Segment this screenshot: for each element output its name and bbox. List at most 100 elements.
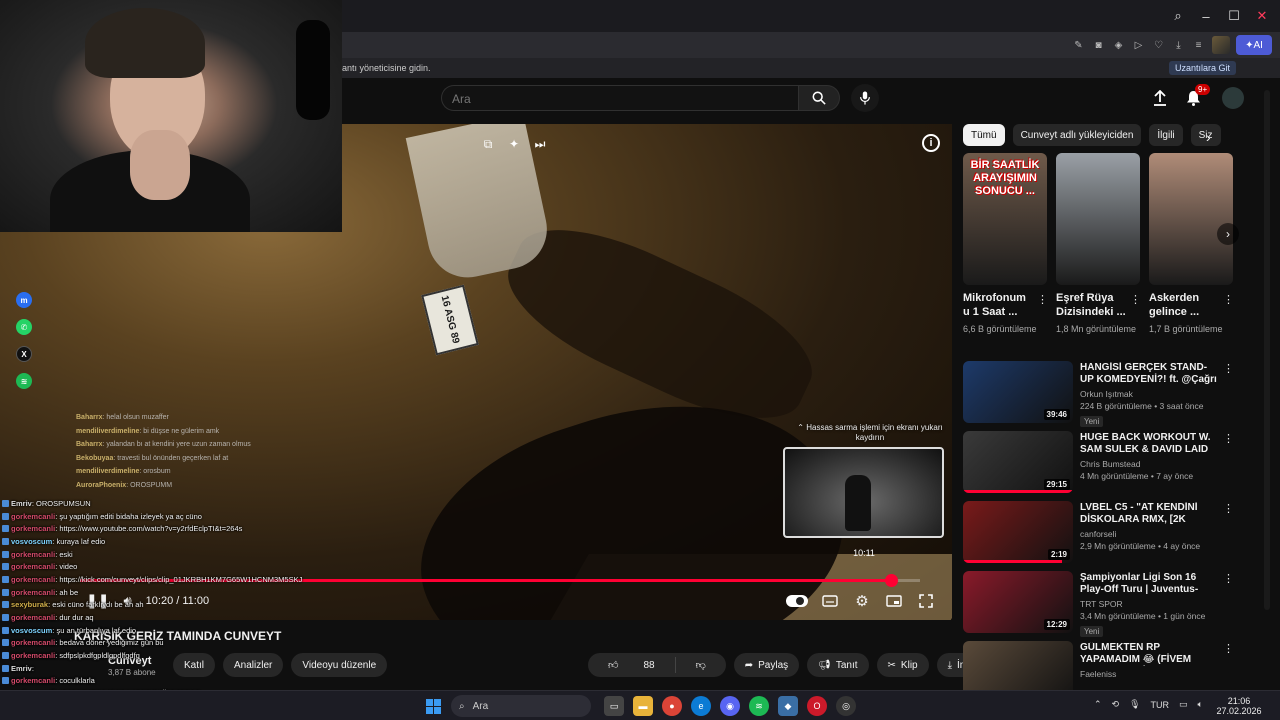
heart-icon[interactable]: ♡ (1152, 39, 1165, 52)
minimize-icon[interactable]: – (1194, 4, 1218, 28)
mic-icon[interactable]: 🎙︎ (1129, 699, 1140, 710)
account-avatar[interactable] (1222, 87, 1244, 109)
network-icon[interactable]: ⟲ (1112, 699, 1120, 710)
recommendation-title[interactable]: HANGİSİ GERÇEK STAND-UP KOMEDYENİ?! ft. … (1080, 362, 1220, 386)
info-icon[interactable]: i (922, 134, 940, 152)
recommendation-title[interactable]: HUGE BACK WORKOUT W. SAM SULEK & DAVID L… (1080, 432, 1220, 456)
edit-icon[interactable]: ✎ (1072, 39, 1085, 52)
more-vert-icon[interactable]: ⋮ (1037, 293, 1048, 306)
recommendation-item[interactable]: 29:15 HUGE BACK WORKOUT W. SAM SULEK & DA… (963, 430, 1243, 500)
chevron-right-icon[interactable]: › (1206, 129, 1211, 145)
chip[interactable]: İlgili (1149, 124, 1183, 146)
more-vert-icon[interactable]: ⋮ (1223, 362, 1234, 375)
messenger-icon[interactable]: m (16, 292, 32, 308)
recommendation-item[interactable]: 2:19 LVBEL C5 - "AT KENDİNİ DİSKOLARA RMX… (963, 500, 1243, 570)
menu-icon[interactable]: ≡ (1192, 39, 1205, 52)
recommendation-thumbnail[interactable]: 39:46 (963, 361, 1073, 423)
app-icon[interactable]: ◆ (778, 696, 798, 716)
recommendation-item[interactable]: 12:29 Şampiyonlar Ligi Son 16 Play-Off Tu… (963, 570, 1243, 640)
sidebar-scrollbar[interactable] (1264, 90, 1270, 610)
spotify-icon[interactable]: ≋ (749, 696, 769, 716)
taskbar-clock[interactable]: 21:06 27.02.2026 (1213, 696, 1265, 716)
chrome-icon[interactable]: ● (662, 696, 682, 716)
recommendation-channel[interactable]: canforseli (1080, 529, 1220, 539)
autoplay-toggle[interactable] (786, 595, 808, 607)
promote-button[interactable]: 📢︎ Tanıt (807, 653, 869, 677)
dislike-button[interactable]: 👎︎ (676, 653, 726, 677)
recommendation-channel[interactable]: Orkun Işıtmak (1080, 389, 1220, 399)
short-thumbnail[interactable] (1149, 153, 1233, 285)
more-vert-icon[interactable]: ⋮ (1223, 293, 1234, 306)
progress-scrubber[interactable] (884, 574, 898, 587)
close-icon[interactable]: ✕ (1250, 4, 1274, 28)
spotify-icon[interactable]: ≋ (16, 373, 32, 389)
download-icon[interactable]: ⤓ (1172, 39, 1185, 52)
taskview-icon[interactable]: ▭ (604, 696, 624, 716)
fullscreen-icon[interactable] (916, 592, 936, 610)
short-item[interactable]: BİR SAATLİK ARAYIŞIMIN SONUCU ... Mikrofo… (963, 153, 1048, 335)
short-thumbnail[interactable]: BİR SAATLİK ARAYIŞIMIN SONUCU ... (963, 153, 1047, 285)
shorts-next-button[interactable]: › (1217, 223, 1239, 245)
recommendation-channel[interactable]: TRT SPOR (1080, 599, 1220, 609)
recommendation-channel[interactable]: Faeleniss (1080, 669, 1220, 679)
go-to-extensions-button[interactable]: Uzantılara Git (1168, 61, 1236, 75)
miniplayer-icon[interactable] (884, 592, 904, 610)
language-indicator[interactable]: TUR (1151, 700, 1170, 710)
taskbar: ⌕ Ara ▭ ▬ ● e ◉ ≋ ◆ O ◎ ⌃ ⟲ 🎙︎ TUR ▭ 🔈︎ 2… (0, 690, 1280, 720)
short-item[interactable]: Askerden gelince ... 1,7 B görüntüleme ⋮ (1149, 153, 1234, 335)
recommendation-channel[interactable]: Chris Bumstead (1080, 459, 1220, 469)
chip[interactable]: Cunveyt adlı yükleyiciden (1012, 124, 1142, 146)
share-button[interactable]: ➦ Paylaş (733, 653, 800, 677)
recommendation-thumbnail[interactable]: 2:19 (963, 501, 1073, 563)
clip-button[interactable]: ✂ Klip (876, 653, 929, 677)
recommendation-item[interactable]: 39:46 HANGİSİ GERÇEK STAND-UP KOMEDYENİ?!… (963, 360, 1243, 430)
shield-icon[interactable]: ◈ (1112, 39, 1125, 52)
more-vert-icon[interactable]: ⋮ (1223, 432, 1234, 445)
obs-icon[interactable]: ◎ (836, 696, 856, 716)
edge-icon[interactable]: e (691, 696, 711, 716)
windows-start-icon[interactable] (426, 699, 441, 714)
recommendation-title[interactable]: LVBEL C5 - "AT KENDİNİ DİSKOLARA RMX, [2… (1080, 502, 1220, 526)
playlist-icon[interactable]: ⧉ (480, 136, 496, 152)
whatsapp-icon[interactable]: ✆ (16, 319, 32, 335)
discord-icon[interactable]: ◉ (720, 696, 740, 716)
short-thumbnail[interactable] (1056, 153, 1140, 285)
recommendation-title[interactable]: GÜLMEKTEN RP YAPAMADIM 😂 (FİVEM TROLL) K… (1080, 642, 1220, 666)
search-button[interactable] (798, 85, 840, 111)
voice-search-button[interactable] (851, 84, 879, 112)
play-icon[interactable]: ▷ (1132, 39, 1145, 52)
camera-icon[interactable]: ◙ (1092, 39, 1105, 52)
recommendation-thumbnail[interactable]: 12:29 (963, 571, 1073, 633)
monitor-icon[interactable]: ▭ (1179, 699, 1188, 710)
chip[interactable]: Tümü (963, 124, 1005, 146)
chevron-up-icon[interactable]: ⌃ (1094, 699, 1102, 710)
recommendation-title[interactable]: Şampiyonlar Ligi Son 16 Play-Off Turu | … (1080, 572, 1220, 596)
subtitles-icon[interactable] (820, 592, 840, 610)
more-vert-icon[interactable]: ⋮ (1223, 642, 1234, 655)
search-input[interactable] (442, 86, 798, 112)
short-title[interactable]: Mikrofonum u 1 Saat ... (963, 291, 1033, 319)
recommendation-thumbnail[interactable]: 29:15 (963, 431, 1073, 493)
maximize-icon[interactable]: ☐ (1222, 4, 1246, 28)
short-title[interactable]: Eşref Rüya Dizisindeki ... (1056, 291, 1126, 319)
notifications-button[interactable]: 9+ (1183, 84, 1211, 108)
taskbar-search[interactable]: ⌕ Ara (451, 695, 591, 717)
short-item[interactable]: Eşref Rüya Dizisindeki ... 1,8 Mn görüntü… (1056, 153, 1141, 335)
skip-icon[interactable]: ⏭ (532, 136, 548, 152)
search-icon[interactable]: ⌕ (1166, 4, 1190, 28)
sparkle-icon[interactable]: ✦ (506, 136, 522, 152)
settings-gear-icon[interactable]: ⚙ (852, 592, 872, 610)
chat-overlay: Emriv: OROSPUMSUN gorkemcanli: şu yaptığı… (2, 498, 342, 701)
folder-icon[interactable]: ▬ (633, 696, 653, 716)
more-vert-icon[interactable]: ⋮ (1130, 293, 1141, 306)
volume-icon[interactable]: 🔈︎ (1198, 699, 1203, 710)
more-vert-icon[interactable]: ⋮ (1223, 572, 1234, 585)
upload-button[interactable] (1150, 88, 1170, 108)
opera-icon[interactable]: O (807, 696, 827, 716)
like-button[interactable]: 👍︎ 88 (588, 653, 675, 677)
x-icon[interactable]: X (16, 346, 32, 362)
short-title[interactable]: Askerden gelince ... (1149, 291, 1219, 319)
more-vert-icon[interactable]: ⋮ (1223, 502, 1234, 515)
profile-avatar[interactable] (1212, 36, 1230, 54)
ai-button[interactable]: ✦ AI (1236, 35, 1272, 55)
